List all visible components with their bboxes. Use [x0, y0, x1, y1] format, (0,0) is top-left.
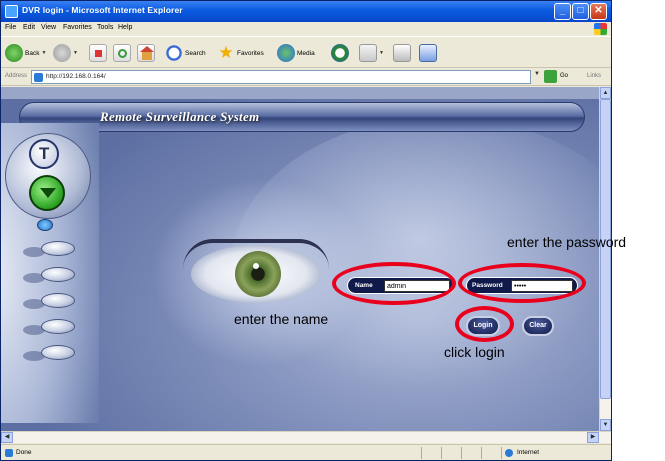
panel-button-3[interactable]	[41, 293, 75, 308]
favorites-star-icon: ★	[218, 43, 234, 62]
back-label: Back	[25, 49, 40, 57]
login-annotation: click login	[444, 344, 505, 360]
security-zone: Internet	[517, 449, 540, 456]
status-text: Done	[16, 449, 32, 456]
media-label: Media	[297, 49, 315, 57]
search-label: Search	[185, 49, 206, 57]
favorites-button[interactable]: ★ Favorites	[217, 43, 264, 63]
stop-button[interactable]	[89, 43, 107, 63]
clear-button[interactable]: Clear	[522, 316, 554, 336]
history-icon	[331, 44, 349, 62]
name-annotation: enter the name	[234, 311, 329, 327]
t-knob-button[interactable]: T	[29, 139, 59, 169]
status-separator	[441, 447, 442, 459]
password-highlight-ring	[458, 263, 586, 303]
status-separator	[461, 447, 462, 459]
menu-bar: File Edit View Favorites Tools Help	[1, 22, 611, 36]
go-arrow-icon[interactable]	[544, 70, 557, 83]
stop-icon	[89, 44, 107, 62]
name-highlight-ring	[332, 262, 456, 305]
back-arrow-icon	[5, 44, 23, 62]
internet-zone-icon	[505, 449, 513, 457]
menu-favorites[interactable]: Favorites	[63, 24, 92, 31]
back-button[interactable]: Back ▼	[5, 43, 46, 63]
menu-help[interactable]: Help	[118, 24, 132, 31]
page-content: Remote Surveillance System T Name admin …	[1, 87, 599, 431]
scroll-up-icon[interactable]: ▲	[600, 87, 611, 99]
menu-file[interactable]: File	[5, 24, 16, 31]
down-arrow-icon	[40, 188, 56, 198]
forward-arrow-icon	[53, 44, 71, 62]
panel-button-4[interactable]	[41, 319, 75, 334]
media-icon	[277, 44, 295, 62]
print-button[interactable]	[393, 43, 411, 63]
panel-button-2[interactable]	[41, 267, 75, 282]
forward-button[interactable]: ▼	[53, 43, 78, 63]
address-input[interactable]: http://192.168.0.164/	[31, 70, 531, 84]
eye-image	[183, 237, 331, 307]
page: DVR login - Microsoft Internet Explorer …	[0, 0, 665, 461]
menu-edit[interactable]: Edit	[23, 24, 35, 31]
menu-tools[interactable]: Tools	[97, 24, 113, 31]
print-icon	[393, 44, 411, 62]
content-top-strip	[1, 87, 599, 99]
maximize-button[interactable]: □	[572, 3, 589, 20]
page-icon	[34, 73, 43, 82]
mail-dropdown-icon[interactable]: ▼	[379, 50, 384, 56]
history-button[interactable]	[331, 43, 349, 63]
windows-logo-icon	[594, 23, 607, 35]
home-button[interactable]	[137, 43, 155, 63]
control-panel: T	[1, 123, 99, 423]
back-dropdown-icon[interactable]: ▼	[41, 50, 46, 56]
scroll-right-icon[interactable]: ▶	[587, 432, 599, 443]
eye-glint	[253, 263, 259, 269]
title-bar: DVR login - Microsoft Internet Explorer …	[1, 1, 611, 22]
refresh-icon	[113, 44, 131, 62]
password-annotation: enter the password	[507, 234, 627, 250]
scroll-down-icon[interactable]: ▼	[600, 419, 611, 431]
login-highlight-ring	[455, 306, 514, 342]
close-button[interactable]: ✕	[590, 3, 607, 20]
standard-toolbar: Back ▼ ▼ Search ★ Favorites Media ▼	[1, 36, 611, 68]
edit-page-icon	[419, 44, 437, 62]
refresh-button[interactable]	[113, 43, 131, 63]
banner-title: Remote Surveillance System	[100, 109, 260, 124]
links-button[interactable]: Links	[587, 73, 601, 79]
green-play-button[interactable]	[29, 175, 65, 211]
ie-window: DVR login - Microsoft Internet Explorer …	[0, 0, 612, 461]
status-separator	[481, 447, 482, 459]
mail-icon	[359, 44, 377, 62]
address-dropdown-icon[interactable]: ▼	[534, 71, 540, 77]
t-icon: T	[39, 144, 50, 163]
window-title: DVR login - Microsoft Internet Explorer	[22, 5, 183, 15]
address-label: Address	[5, 73, 28, 79]
search-icon	[165, 44, 183, 62]
mail-button[interactable]: ▼	[359, 43, 384, 63]
minimize-button[interactable]: _	[554, 3, 571, 20]
horizontal-scrollbar[interactable]: ◀ ▶	[1, 431, 611, 443]
search-button[interactable]: Search	[165, 43, 206, 63]
eye-iris	[235, 251, 281, 297]
home-icon	[137, 44, 155, 62]
address-url: http://192.168.0.164/	[46, 73, 106, 80]
ie-app-icon	[5, 5, 18, 18]
banner: Remote Surveillance System	[19, 102, 585, 132]
edit-button[interactable]	[419, 43, 437, 63]
forward-dropdown-icon[interactable]: ▼	[73, 50, 78, 56]
go-button[interactable]: Go	[560, 73, 568, 79]
vertical-scrollbar[interactable]: ▲ ▼	[599, 87, 611, 431]
address-bar: Address http://192.168.0.164/ ▼ Go Links	[1, 68, 611, 86]
scroll-left-icon[interactable]: ◀	[1, 432, 13, 443]
status-bar: Done Internet	[1, 444, 611, 460]
panel-button-5[interactable]	[41, 345, 75, 360]
menu-view[interactable]: View	[41, 24, 56, 31]
page-done-icon	[5, 449, 13, 457]
blue-indicator-light	[37, 219, 53, 231]
status-separator	[501, 447, 502, 459]
status-separator	[421, 447, 422, 459]
favorites-label: Favorites	[237, 49, 264, 57]
media-button[interactable]: Media	[277, 43, 315, 63]
panel-button-1[interactable]	[41, 241, 75, 256]
